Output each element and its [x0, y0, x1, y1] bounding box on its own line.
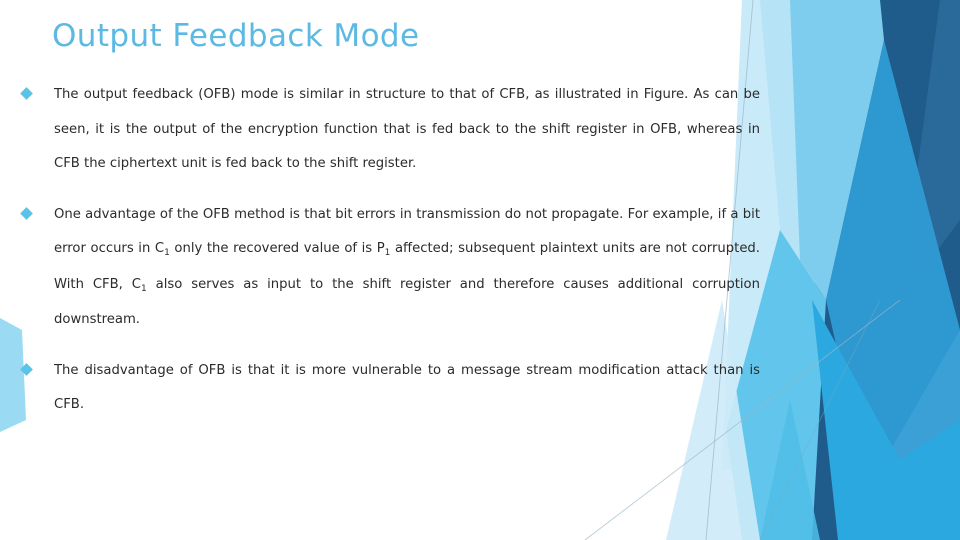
bullet-paragraph-1: The output feedback (OFB) mode is simila… [20, 78, 760, 182]
paragraph-2-part-4: also serves as input to the shift regist… [54, 276, 760, 328]
body-content: The output feedback (OFB) mode is simila… [20, 78, 760, 423]
page-title: Output Feedback Mode [52, 18, 420, 54]
diamond-bullet-icon [20, 362, 33, 376]
paragraph-2-part-2: only the recovered value of is P [169, 241, 385, 256]
diamond-bullet-icon [20, 87, 33, 100]
paragraph-1-text: The output feedback (OFB) mode is simila… [54, 87, 760, 171]
bullet-paragraph-3: The disadvantage of OFB is that it is mo… [20, 354, 760, 423]
paragraph-2-subscript-3: 1 [140, 283, 147, 294]
slide: Output Feedback Mode The output feedback… [0, 0, 960, 540]
paragraph-2-subscript-2: 1 [384, 248, 391, 258]
paragraph-3-text: The disadvantage of OFB is that it is mo… [54, 362, 760, 413]
paragraph-2-subscript-1: 1 [164, 248, 170, 258]
diamond-bullet-icon [20, 206, 33, 220]
slide-content: Output Feedback Mode The output feedback… [0, 0, 960, 540]
bullet-paragraph-2: One advantage of the OFB method is that … [20, 198, 760, 338]
